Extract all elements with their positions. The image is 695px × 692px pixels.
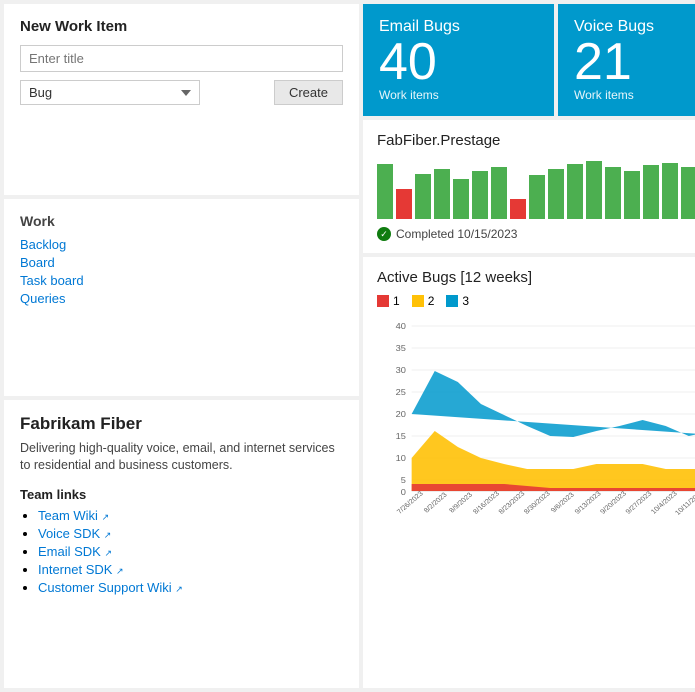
bar xyxy=(605,167,621,219)
completed-row: ✓ Completed 10/15/2023 xyxy=(377,227,695,241)
fabrikam-title: Fabrikam Fiber xyxy=(20,414,343,434)
active-bugs-title: Active Bugs [12 weeks] xyxy=(377,269,695,286)
svg-text:8/16/2023: 8/16/2023 xyxy=(472,490,501,515)
bar xyxy=(529,175,545,219)
yellow-area xyxy=(412,431,695,491)
active-bugs-svg: 40 35 30 25 20 15 10 5 0 7/26 xyxy=(377,316,695,516)
legend-label-1: 1 xyxy=(393,294,400,308)
work-item-type-select[interactable]: Bug Task User Story Feature xyxy=(20,80,200,105)
bar xyxy=(643,165,659,219)
svg-text:40: 40 xyxy=(396,322,406,331)
svg-text:25: 25 xyxy=(396,388,406,397)
internet-sdk-item: Internet SDK ↗ xyxy=(38,562,343,577)
bar xyxy=(396,189,412,219)
email-sdk-link[interactable]: Email SDK ↗ xyxy=(38,544,112,559)
fabrikam-description: Delivering high-quality voice, email, an… xyxy=(20,440,343,475)
voice-bugs-tile: Voice Bugs 21 Work items xyxy=(558,4,695,116)
work-item-title-input[interactable] xyxy=(20,45,343,72)
legend-dot-2 xyxy=(412,295,424,307)
bar xyxy=(415,174,431,219)
legend-label-3: 3 xyxy=(462,294,469,308)
bar xyxy=(662,163,678,219)
backlog-link[interactable]: Backlog xyxy=(20,237,343,252)
svg-text:8/2/2023: 8/2/2023 xyxy=(423,492,449,515)
fabfiber-title: FabFiber.Prestage xyxy=(377,132,695,149)
bar xyxy=(624,171,640,219)
legend-item-3: 3 xyxy=(446,294,469,308)
work-panel: Work Backlog Board Task board Queries xyxy=(4,199,359,396)
legend-dot-1 xyxy=(377,295,389,307)
email-sdk-item: Email SDK ↗ xyxy=(38,544,343,559)
svg-text:15: 15 xyxy=(396,432,406,441)
svg-text:9/6/2023: 9/6/2023 xyxy=(550,492,576,515)
bar xyxy=(453,179,469,219)
svg-text:9/13/2023: 9/13/2023 xyxy=(574,490,603,515)
svg-text:9/20/2023: 9/20/2023 xyxy=(599,490,628,515)
customer-support-wiki-link[interactable]: Customer Support Wiki ↗ xyxy=(38,580,183,595)
email-bugs-tile: Email Bugs 40 Work items xyxy=(363,4,554,116)
work-links: Backlog Board Task board Queries xyxy=(20,237,343,306)
svg-text:10: 10 xyxy=(396,454,406,463)
email-bugs-count: 40 xyxy=(379,36,538,88)
bar xyxy=(472,171,488,219)
svg-text:20: 20 xyxy=(396,410,406,419)
voice-bugs-sub: Work items xyxy=(574,88,695,102)
svg-text:8/30/2023: 8/30/2023 xyxy=(523,490,552,515)
bug-tiles-row: Email Bugs 40 Work items Voice Bugs 21 W… xyxy=(363,4,695,116)
bar xyxy=(377,164,393,219)
svg-text:5: 5 xyxy=(401,476,406,485)
queries-link[interactable]: Queries xyxy=(20,291,343,306)
bar xyxy=(548,169,564,219)
board-link[interactable]: Board xyxy=(20,255,343,270)
svg-text:9/27/2023: 9/27/2023 xyxy=(625,490,654,515)
legend: 1 2 3 xyxy=(377,294,695,308)
bar xyxy=(586,161,602,219)
taskboard-link[interactable]: Task board xyxy=(20,273,343,288)
active-bugs-chart: 40 35 30 25 20 15 10 5 0 7/26 xyxy=(377,316,695,516)
team-wiki-item: Team Wiki ↗ xyxy=(38,508,343,523)
legend-item-1: 1 xyxy=(377,294,400,308)
customer-support-wiki-item: Customer Support Wiki ↗ xyxy=(38,580,343,595)
active-bugs-panel: Active Bugs [12 weeks] 1 2 3 xyxy=(363,257,695,688)
blue-area xyxy=(412,371,695,437)
bar xyxy=(510,199,526,219)
svg-text:8/9/2023: 8/9/2023 xyxy=(448,492,474,515)
email-bugs-sub: Work items xyxy=(379,88,538,102)
internet-sdk-link[interactable]: Internet SDK ↗ xyxy=(38,562,124,577)
team-links-list: Team Wiki ↗ Voice SDK ↗ Email SDK ↗ Inte… xyxy=(20,508,343,595)
check-icon: ✓ xyxy=(377,227,391,241)
right-column: Email Bugs 40 Work items Voice Bugs 21 W… xyxy=(363,4,695,688)
svg-text:35: 35 xyxy=(396,344,406,353)
team-links-title: Team links xyxy=(20,487,343,502)
work-title: Work xyxy=(20,213,343,229)
new-work-item-panel: New Work Item Bug Task User Story Featur… xyxy=(4,4,359,195)
voice-sdk-item: Voice SDK ↗ xyxy=(38,526,343,541)
bar xyxy=(567,164,583,219)
voice-bugs-count: 21 xyxy=(574,36,695,88)
svg-text:30: 30 xyxy=(396,366,406,375)
legend-dot-3 xyxy=(446,295,458,307)
svg-text:10/11/2023: 10/11/2023 xyxy=(674,489,695,516)
team-wiki-link[interactable]: Team Wiki ↗ xyxy=(38,508,109,523)
voice-sdk-link[interactable]: Voice SDK ↗ xyxy=(38,526,111,541)
bar xyxy=(491,167,507,219)
fabrikam-panel: Fabrikam Fiber Delivering high-quality v… xyxy=(4,400,359,688)
svg-text:0: 0 xyxy=(401,488,406,497)
legend-label-2: 2 xyxy=(428,294,435,308)
create-work-item-button[interactable]: Create xyxy=(274,80,343,105)
legend-item-2: 2 xyxy=(412,294,435,308)
fabfiber-panel: FabFiber.Prestage ✓ Completed 10/15/2023 xyxy=(363,120,695,253)
svg-text:8/23/2023: 8/23/2023 xyxy=(498,490,527,515)
bar xyxy=(681,167,695,219)
fabfiber-bar-chart xyxy=(377,159,695,219)
new-work-item-title: New Work Item xyxy=(20,18,343,35)
bar xyxy=(434,169,450,219)
completed-text: Completed 10/15/2023 xyxy=(396,227,517,241)
